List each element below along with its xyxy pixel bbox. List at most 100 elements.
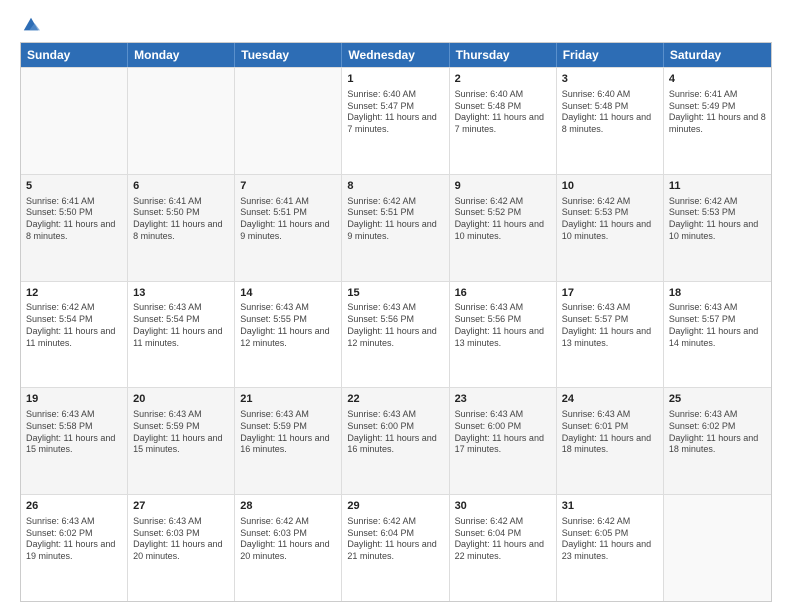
day-info: Sunrise: 6:42 AM Sunset: 6:03 PM Dayligh… xyxy=(240,516,336,563)
calendar-cell: 3 Sunrise: 6:40 AM Sunset: 5:48 PM Daylig… xyxy=(557,68,664,174)
calendar-cell xyxy=(664,495,771,601)
calendar-cell: 28 Sunrise: 6:42 AM Sunset: 6:03 PM Dayli… xyxy=(235,495,342,601)
day-number: 19 xyxy=(26,392,122,407)
day-number: 20 xyxy=(133,392,229,407)
logo-icon xyxy=(22,16,40,34)
day-number: 7 xyxy=(240,179,336,194)
day-number: 13 xyxy=(133,286,229,301)
calendar-cell: 21 Sunrise: 6:43 AM Sunset: 5:59 PM Dayli… xyxy=(235,388,342,494)
day-number: 10 xyxy=(562,179,658,194)
calendar-cell: 10Sunrise: 6:42 AM Sunset: 5:53 PM Dayli… xyxy=(557,175,664,281)
day-info: Sunrise: 6:43 AM Sunset: 5:57 PM Dayligh… xyxy=(669,302,766,349)
day-info: Sunrise: 6:43 AM Sunset: 5:59 PM Dayligh… xyxy=(133,409,229,456)
logo xyxy=(20,16,40,34)
calendar-body: 1 Sunrise: 6:40 AM Sunset: 5:47 PM Daylig… xyxy=(21,67,771,601)
day-number: 21 xyxy=(240,392,336,407)
day-number: 15 xyxy=(347,286,443,301)
calendar-cell: 14Sunrise: 6:43 AM Sunset: 5:55 PM Dayli… xyxy=(235,282,342,388)
day-info: Sunrise: 6:43 AM Sunset: 6:03 PM Dayligh… xyxy=(133,516,229,563)
calendar-cell: 25Sunrise: 6:43 AM Sunset: 6:02 PM Dayli… xyxy=(664,388,771,494)
day-info: Sunrise: 6:42 AM Sunset: 6:05 PM Dayligh… xyxy=(562,516,658,563)
day-info: Sunrise: 6:43 AM Sunset: 6:02 PM Dayligh… xyxy=(26,516,122,563)
calendar-cell: 31 Sunrise: 6:42 AM Sunset: 6:05 PM Dayli… xyxy=(557,495,664,601)
day-number: 9 xyxy=(455,179,551,194)
day-info: Sunrise: 6:41 AM Sunset: 5:51 PM Dayligh… xyxy=(240,196,336,243)
calendar-cell: 2 Sunrise: 6:40 AM Sunset: 5:48 PM Daylig… xyxy=(450,68,557,174)
day-number: 4 xyxy=(669,72,766,87)
calendar-cell: 17Sunrise: 6:43 AM Sunset: 5:57 PM Dayli… xyxy=(557,282,664,388)
calendar-cell: 20 Sunrise: 6:43 AM Sunset: 5:59 PM Dayli… xyxy=(128,388,235,494)
day-info: Sunrise: 6:42 AM Sunset: 5:54 PM Dayligh… xyxy=(26,302,122,349)
calendar-cell: 29 Sunrise: 6:42 AM Sunset: 6:04 PM Dayli… xyxy=(342,495,449,601)
day-number: 31 xyxy=(562,499,658,514)
day-info: Sunrise: 6:43 AM Sunset: 6:01 PM Dayligh… xyxy=(562,409,658,456)
calendar-cell: 11 Sunrise: 6:42 AM Sunset: 5:53 PM Dayli… xyxy=(664,175,771,281)
day-info: Sunrise: 6:43 AM Sunset: 5:55 PM Dayligh… xyxy=(240,302,336,349)
day-info: Sunrise: 6:42 AM Sunset: 5:51 PM Dayligh… xyxy=(347,196,443,243)
day-number: 22 xyxy=(347,392,443,407)
day-number: 29 xyxy=(347,499,443,514)
calendar-row: 19 Sunrise: 6:43 AM Sunset: 5:58 PM Dayli… xyxy=(21,387,771,494)
day-number: 27 xyxy=(133,499,229,514)
day-info: Sunrise: 6:43 AM Sunset: 5:58 PM Dayligh… xyxy=(26,409,122,456)
calendar-cell: 1 Sunrise: 6:40 AM Sunset: 5:47 PM Daylig… xyxy=(342,68,449,174)
calendar-row: 26Sunrise: 6:43 AM Sunset: 6:02 PM Dayli… xyxy=(21,494,771,601)
calendar-cell: 13Sunrise: 6:43 AM Sunset: 5:54 PM Dayli… xyxy=(128,282,235,388)
header-day: Thursday xyxy=(450,43,557,67)
day-number: 3 xyxy=(562,72,658,87)
day-info: Sunrise: 6:43 AM Sunset: 6:00 PM Dayligh… xyxy=(347,409,443,456)
calendar-cell: 16Sunrise: 6:43 AM Sunset: 5:56 PM Dayli… xyxy=(450,282,557,388)
day-number: 8 xyxy=(347,179,443,194)
day-info: Sunrise: 6:43 AM Sunset: 5:56 PM Dayligh… xyxy=(347,302,443,349)
day-number: 23 xyxy=(455,392,551,407)
calendar-cell: 5 Sunrise: 6:41 AM Sunset: 5:50 PM Daylig… xyxy=(21,175,128,281)
calendar-row: 5 Sunrise: 6:41 AM Sunset: 5:50 PM Daylig… xyxy=(21,174,771,281)
header-day: Friday xyxy=(557,43,664,67)
calendar-cell: 6 Sunrise: 6:41 AM Sunset: 5:50 PM Daylig… xyxy=(128,175,235,281)
day-info: Sunrise: 6:43 AM Sunset: 5:59 PM Dayligh… xyxy=(240,409,336,456)
day-number: 28 xyxy=(240,499,336,514)
day-info: Sunrise: 6:41 AM Sunset: 5:50 PM Dayligh… xyxy=(26,196,122,243)
calendar-cell: 23 Sunrise: 6:43 AM Sunset: 6:00 PM Dayli… xyxy=(450,388,557,494)
day-info: Sunrise: 6:40 AM Sunset: 5:48 PM Dayligh… xyxy=(562,89,658,136)
header-day: Saturday xyxy=(664,43,771,67)
day-info: Sunrise: 6:42 AM Sunset: 5:53 PM Dayligh… xyxy=(669,196,766,243)
calendar-cell: 4Sunrise: 6:41 AM Sunset: 5:49 PM Daylig… xyxy=(664,68,771,174)
day-number: 6 xyxy=(133,179,229,194)
day-number: 16 xyxy=(455,286,551,301)
day-number: 12 xyxy=(26,286,122,301)
header-day: Tuesday xyxy=(235,43,342,67)
day-info: Sunrise: 6:41 AM Sunset: 5:50 PM Dayligh… xyxy=(133,196,229,243)
calendar-row: 1 Sunrise: 6:40 AM Sunset: 5:47 PM Daylig… xyxy=(21,67,771,174)
day-number: 5 xyxy=(26,179,122,194)
day-info: Sunrise: 6:42 AM Sunset: 6:04 PM Dayligh… xyxy=(455,516,551,563)
calendar-cell: 8 Sunrise: 6:42 AM Sunset: 5:51 PM Daylig… xyxy=(342,175,449,281)
day-number: 2 xyxy=(455,72,551,87)
day-info: Sunrise: 6:40 AM Sunset: 5:48 PM Dayligh… xyxy=(455,89,551,136)
day-info: Sunrise: 6:43 AM Sunset: 6:00 PM Dayligh… xyxy=(455,409,551,456)
calendar-cell: 24 Sunrise: 6:43 AM Sunset: 6:01 PM Dayli… xyxy=(557,388,664,494)
calendar-cell: 18Sunrise: 6:43 AM Sunset: 5:57 PM Dayli… xyxy=(664,282,771,388)
header xyxy=(20,16,772,34)
calendar-cell: 7 Sunrise: 6:41 AM Sunset: 5:51 PM Daylig… xyxy=(235,175,342,281)
calendar: SundayMondayTuesdayWednesdayThursdayFrid… xyxy=(20,42,772,602)
calendar-cell: 15Sunrise: 6:43 AM Sunset: 5:56 PM Dayli… xyxy=(342,282,449,388)
day-number: 1 xyxy=(347,72,443,87)
calendar-cell: 27 Sunrise: 6:43 AM Sunset: 6:03 PM Dayli… xyxy=(128,495,235,601)
day-info: Sunrise: 6:43 AM Sunset: 5:56 PM Dayligh… xyxy=(455,302,551,349)
calendar-row: 12Sunrise: 6:42 AM Sunset: 5:54 PM Dayli… xyxy=(21,281,771,388)
day-number: 24 xyxy=(562,392,658,407)
header-day: Monday xyxy=(128,43,235,67)
calendar-cell: 26Sunrise: 6:43 AM Sunset: 6:02 PM Dayli… xyxy=(21,495,128,601)
day-info: Sunrise: 6:42 AM Sunset: 6:04 PM Dayligh… xyxy=(347,516,443,563)
calendar-cell: 9Sunrise: 6:42 AM Sunset: 5:52 PM Daylig… xyxy=(450,175,557,281)
calendar-cell xyxy=(21,68,128,174)
day-number: 11 xyxy=(669,179,766,194)
day-number: 18 xyxy=(669,286,766,301)
calendar-cell: 22 Sunrise: 6:43 AM Sunset: 6:00 PM Dayli… xyxy=(342,388,449,494)
day-info: Sunrise: 6:43 AM Sunset: 5:54 PM Dayligh… xyxy=(133,302,229,349)
calendar-cell xyxy=(128,68,235,174)
day-info: Sunrise: 6:40 AM Sunset: 5:47 PM Dayligh… xyxy=(347,89,443,136)
calendar-cell: 19 Sunrise: 6:43 AM Sunset: 5:58 PM Dayli… xyxy=(21,388,128,494)
day-info: Sunrise: 6:43 AM Sunset: 6:02 PM Dayligh… xyxy=(669,409,766,456)
